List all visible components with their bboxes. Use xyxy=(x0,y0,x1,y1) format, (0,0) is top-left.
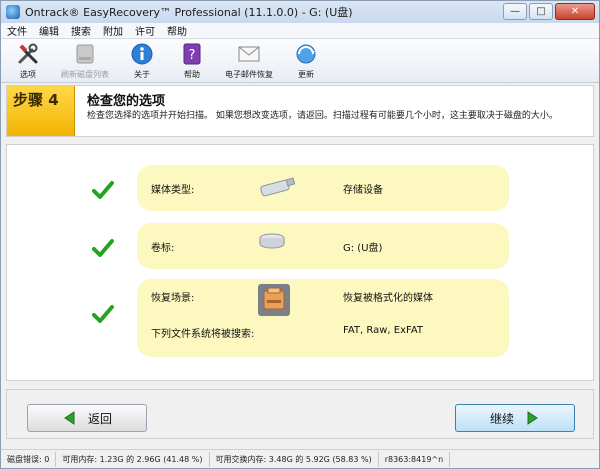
window-controls: — □ ✕ xyxy=(501,3,595,20)
menu-addons[interactable]: 附加 xyxy=(97,23,129,38)
filesystem-value: FAT, Raw, ExFAT xyxy=(343,325,423,336)
minimize-button[interactable]: — xyxy=(503,3,527,20)
update-label: 更新 xyxy=(298,70,314,79)
email-recovery-label: 电子邮件恢复 xyxy=(225,70,273,79)
app-window: Ontrack® EasyRecovery™ Professional (11.… xyxy=(0,0,600,469)
step-description: 检查您选择的选项并开始扫描。 如果您想改变选项，请返回。扫描过程有可能要几个小时… xyxy=(87,111,558,121)
check-icon xyxy=(92,181,114,199)
step-header: 步骤 4 检查您的选项 检查您选择的选项并开始扫描。 如果您想改变选项，请返回。… xyxy=(6,85,594,137)
refresh-label: 刷新磁盘列表 xyxy=(61,70,109,79)
media-type-row: 媒体类型: 存储设备 xyxy=(7,165,595,211)
scenario-panel: 恢复场景: 恢复被格式化的媒体 下列文件系统将被搜索: FAT, Raw, Ex… xyxy=(137,279,509,357)
menu-search[interactable]: 搜索 xyxy=(65,23,97,38)
step-number: 步骤 4 xyxy=(13,91,59,109)
status-bar: 磁盘错误: 0 可用内存: 1.23G 的 2.96G (41.48 %) 可用… xyxy=(1,449,599,468)
step-indicator: 步骤 4 xyxy=(7,86,75,136)
arrow-left-icon xyxy=(64,411,75,425)
close-button[interactable]: ✕ xyxy=(555,3,595,20)
scenario-value: 恢复被格式化的媒体 xyxy=(343,293,433,304)
summary-panel: 媒体类型: 存储设备 卷标: G: (U盘) 恢复场景: 恢复被格式化的媒体 下… xyxy=(6,144,594,381)
media-type-label: 媒体类型: xyxy=(151,185,195,196)
back-button[interactable]: 返回 xyxy=(27,404,147,432)
back-label: 返回 xyxy=(87,411,112,426)
format-media-icon xyxy=(258,284,290,316)
options-button[interactable]: 选项 xyxy=(5,39,51,82)
menu-edit[interactable]: 编辑 xyxy=(33,23,65,38)
status-build: r8363:8419^n xyxy=(379,451,451,467)
update-button[interactable]: 更新 xyxy=(283,39,329,82)
email-recovery-button[interactable]: 电子邮件恢复 xyxy=(219,39,279,82)
status-swap: 可用交换内存: 3.48G 的 5.92G (58.83 %) xyxy=(210,451,379,467)
maximize-button[interactable]: □ xyxy=(529,3,553,20)
check-icon xyxy=(92,305,114,323)
media-type-value: 存储设备 xyxy=(343,185,383,196)
menu-file[interactable]: 文件 xyxy=(1,23,33,38)
help-button[interactable]: ? 帮助 xyxy=(169,39,215,82)
volume-row: 卷标: G: (U盘) xyxy=(7,223,595,269)
next-button[interactable]: 继续 xyxy=(455,404,575,432)
scenario-row: 恢复场景: 恢复被格式化的媒体 下列文件系统将被搜索: FAT, Raw, Ex… xyxy=(7,279,595,357)
volume-value: G: (U盘) xyxy=(343,243,383,254)
refresh-disk-list-button[interactable]: 刷新磁盘列表 xyxy=(55,39,115,82)
app-logo-icon xyxy=(6,5,20,19)
next-label: 继续 xyxy=(489,411,514,426)
scenario-label: 恢复场景: xyxy=(151,293,195,304)
title-bar: Ontrack® EasyRecovery™ Professional (11.… xyxy=(1,1,599,23)
status-disk-errors: 磁盘错误: 0 xyxy=(1,451,57,467)
window-title: Ontrack® EasyRecovery™ Professional (11.… xyxy=(25,6,353,19)
about-button[interactable]: 关于 xyxy=(119,39,165,82)
status-memory: 可用内存: 1.23G 的 2.96G (41.48 %) xyxy=(56,451,210,467)
svg-text:?: ? xyxy=(189,48,196,63)
menu-help[interactable]: 帮助 xyxy=(161,23,193,38)
help-book-icon: ? xyxy=(180,42,204,66)
options-label: 选项 xyxy=(20,70,36,79)
menu-license[interactable]: 许可 xyxy=(129,23,161,38)
toolbar: 选项 刷新磁盘列表 关于 ? 帮助 电子邮件恢复 更新 xyxy=(1,39,599,83)
about-label: 关于 xyxy=(134,70,150,79)
usb-drive-icon xyxy=(260,177,296,197)
navigation-bar: 返回 继续 xyxy=(6,389,594,439)
volume-panel: 卷标: G: (U盘) xyxy=(137,223,509,269)
menu-bar: 文件 编辑 搜索 附加 许可 帮助 xyxy=(1,23,599,39)
arrow-right-icon xyxy=(527,411,538,425)
step-title: 检查您的选项 xyxy=(87,94,166,109)
info-icon xyxy=(130,42,154,66)
disk-icon xyxy=(73,42,97,66)
check-icon xyxy=(92,239,114,257)
tools-icon xyxy=(16,42,40,66)
update-globe-icon xyxy=(294,42,318,66)
envelope-icon xyxy=(237,42,261,66)
volume-label: 卷标: xyxy=(151,243,175,254)
filesystem-label: 下列文件系统将被搜索: xyxy=(151,329,255,340)
volume-disk-icon xyxy=(259,233,285,249)
media-type-panel: 媒体类型: 存储设备 xyxy=(137,165,509,211)
help-label: 帮助 xyxy=(184,70,200,79)
